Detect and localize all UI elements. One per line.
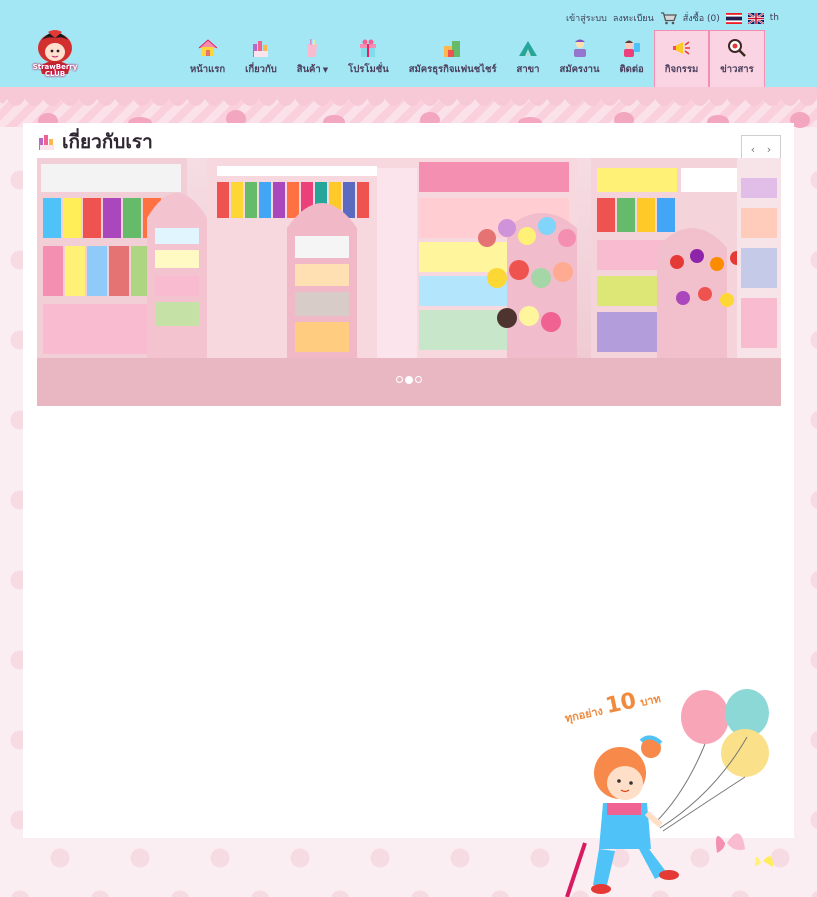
nav-item-jobs[interactable]: สมัครงาน <box>550 30 610 87</box>
promo-banner[interactable]: ทุกอย่าง 10 บาท <box>455 653 783 897</box>
nav-item-activities[interactable]: กิจกรรม <box>653 30 710 87</box>
nav-item-about[interactable]: เกี่ยวกับ <box>235 30 287 87</box>
nav-label: เกี่ยวกับ <box>245 64 277 75</box>
slider-dot-active[interactable] <box>405 375 413 384</box>
slider-dot[interactable] <box>396 376 403 383</box>
cup-icon <box>307 39 318 57</box>
top-links: เข้าสู่ระบบ ลงทะเบียน สั่งซื้อ (0) th <box>566 10 779 26</box>
strawberry-club-logo[interactable]: StrawBerry CLUB <box>30 26 80 80</box>
tent-icon <box>519 41 538 56</box>
worker-icon <box>573 39 586 57</box>
nav-label: สมัครงาน <box>559 64 600 75</box>
page-heading: เกี่ยวกับเรา <box>37 129 153 155</box>
slider-next-button[interactable]: › <box>763 143 775 157</box>
uk-flag-icon[interactable] <box>747 12 764 24</box>
house-icon <box>198 39 217 56</box>
slider-prev-button[interactable]: ‹ <box>747 143 759 157</box>
nav-label: โปรโมชั่น <box>348 64 389 75</box>
cart-icon[interactable] <box>660 11 677 25</box>
store-photo <box>37 158 781 406</box>
nav-label-products: สินค้า ▼ <box>297 62 328 77</box>
slider-dot[interactable] <box>415 376 422 383</box>
nav-item-branches[interactable]: สาขา <box>507 30 550 87</box>
image-slider[interactable] <box>37 158 781 406</box>
logo-text: StrawBerry CLUB <box>32 63 78 78</box>
main-nav: หน้าแรก เกี่ยวกับ สินค้า ▼ โปรโมชั่น สมั… <box>180 30 765 87</box>
megaphone-icon <box>672 41 690 55</box>
language-label[interactable]: th <box>770 13 779 23</box>
crayons-icon <box>39 135 54 150</box>
thai-flag-icon[interactable] <box>725 12 742 24</box>
slider-controls: ‹ › <box>741 135 781 159</box>
nav-item-products[interactable]: สินค้า ▼ <box>287 30 338 87</box>
dropdown-caret-icon: ▼ <box>322 66 329 74</box>
balloon-girl-illustration <box>565 689 773 897</box>
order-label: สั่งซื้อ <box>682 14 705 24</box>
contact-icon <box>623 40 640 57</box>
page-title: เกี่ยวกับเรา <box>62 131 153 153</box>
nav-label: หน้าแรก <box>190 64 226 75</box>
order-count: (0) <box>707 14 720 24</box>
nav-label: สินค้า <box>296 64 321 75</box>
gift-icon <box>360 39 377 57</box>
nav-item-promotion[interactable]: โปรโมชั่น <box>338 30 399 87</box>
nav-item-contact[interactable]: ติดต่อ <box>610 30 654 87</box>
nav-label: กิจกรรม <box>664 64 699 75</box>
blocks-icon <box>443 41 460 57</box>
crayons-icon <box>252 41 268 57</box>
nav-item-news[interactable]: ข่าวสาร <box>709 30 765 87</box>
order-link[interactable]: สั่งซื้อ (0) <box>683 11 720 25</box>
magnifier-icon <box>727 39 746 57</box>
nav-label: สมัครธุรกิจแฟนชไชร์ <box>408 64 497 75</box>
register-link[interactable]: ลงทะเบียน <box>613 11 654 25</box>
site-header: StrawBerry CLUB เข้าสู่ระบบ ลงทะเบียน สั… <box>0 0 817 87</box>
slider-dots <box>37 375 781 384</box>
nav-item-franchise[interactable]: สมัครธุรกิจแฟนชไชร์ <box>399 30 507 87</box>
login-link[interactable]: เข้าสู่ระบบ <box>566 11 607 25</box>
nav-label: ข่าวสาร <box>720 64 754 75</box>
nav-label: ติดต่อ <box>619 64 644 75</box>
nav-label: สาขา <box>516 64 540 75</box>
nav-item-home[interactable]: หน้าแรก <box>180 30 235 87</box>
promo-unit: บาท <box>639 692 662 710</box>
